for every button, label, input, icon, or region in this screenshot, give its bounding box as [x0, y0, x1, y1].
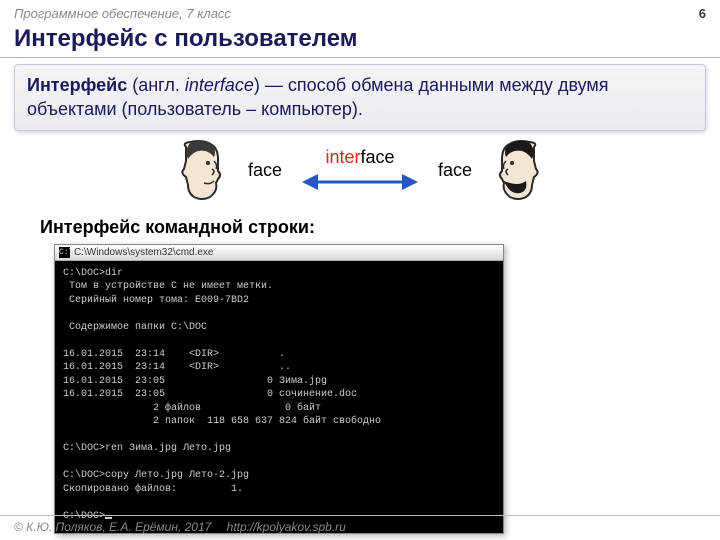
subject-line: Программное обеспечение, 7 класс	[14, 6, 231, 21]
cmd-line: 16.01.2015 23:14 <DIR> .	[63, 349, 285, 360]
cmd-title-text: C:\Windows\system32\cmd.exe	[74, 247, 214, 258]
cmd-line: 16.01.2015 23:05 0 сочинение.doc	[63, 389, 357, 400]
page-number: 6	[699, 6, 706, 21]
footer-link: http://kpolyakov.spb.ru	[227, 520, 346, 534]
cmd-body: C:\DOC>dir Том в устройстве C не имеет м…	[55, 261, 503, 534]
cmd-line: C:\DOC>ren Зима.jpg Лето.jpg	[63, 443, 231, 454]
face-right-label: face	[438, 160, 472, 181]
slide-header: Программное обеспечение, 7 класс 6	[0, 0, 720, 23]
cmd-line: Скопировано файлов: 1.	[63, 484, 243, 495]
cmd-line: 2 файлов 0 байт	[63, 403, 321, 414]
cmd-line: 16.01.2015 23:05 0 Зима.jpg	[63, 376, 327, 387]
def-term: Интерфейс	[27, 75, 127, 95]
def-paren-open: (англ.	[127, 75, 185, 95]
cmd-icon: C:\	[59, 247, 70, 258]
cmd-line: Содержимое папки C:\DOC	[63, 322, 207, 333]
cmd-line: C:\DOC>copy Лето.jpg Лето-2.jpg	[63, 470, 249, 481]
face-right-icon	[490, 139, 546, 203]
arrow-center: interface	[300, 147, 420, 194]
cmd-titlebar: C:\ C:\Windows\system32\cmd.exe	[55, 245, 503, 261]
interface-word: interface	[325, 147, 394, 168]
cmd-window: C:\ C:\Windows\system32\cmd.exe C:\DOC>d…	[54, 244, 504, 535]
footer-copyright: © К.Ю. Поляков, Е.А. Ерёмин, 2017	[14, 520, 211, 534]
face-black: face	[360, 147, 394, 167]
interface-diagram: face interface face	[0, 139, 720, 203]
cmd-line: C:\DOC>dir	[63, 268, 123, 279]
cmd-line: 16.01.2015 23:14 <DIR> ..	[63, 362, 291, 373]
title-divider	[0, 57, 720, 58]
def-english: interface	[185, 75, 254, 95]
face-left-label: face	[248, 160, 282, 181]
cmd-line: Том в устройстве C не имеет метки.	[63, 281, 273, 292]
cmd-line: Серийный номер тома: E009-7BD2	[63, 295, 249, 306]
definition-box: Интерфейс (англ. interface) — способ обм…	[14, 64, 706, 131]
cli-subhead: Интерфейс командной строки:	[0, 213, 720, 244]
slide-footer: © К.Ю. Поляков, Е.А. Ерёмин, 2017 http:/…	[0, 515, 720, 540]
double-arrow-icon	[300, 170, 420, 194]
page-title: Интерфейс с пользователем	[0, 23, 720, 57]
cmd-line: 2 папок 118 658 637 824 байт свободно	[63, 416, 381, 427]
face-left-icon	[174, 139, 230, 203]
inter-red: inter	[325, 147, 360, 167]
